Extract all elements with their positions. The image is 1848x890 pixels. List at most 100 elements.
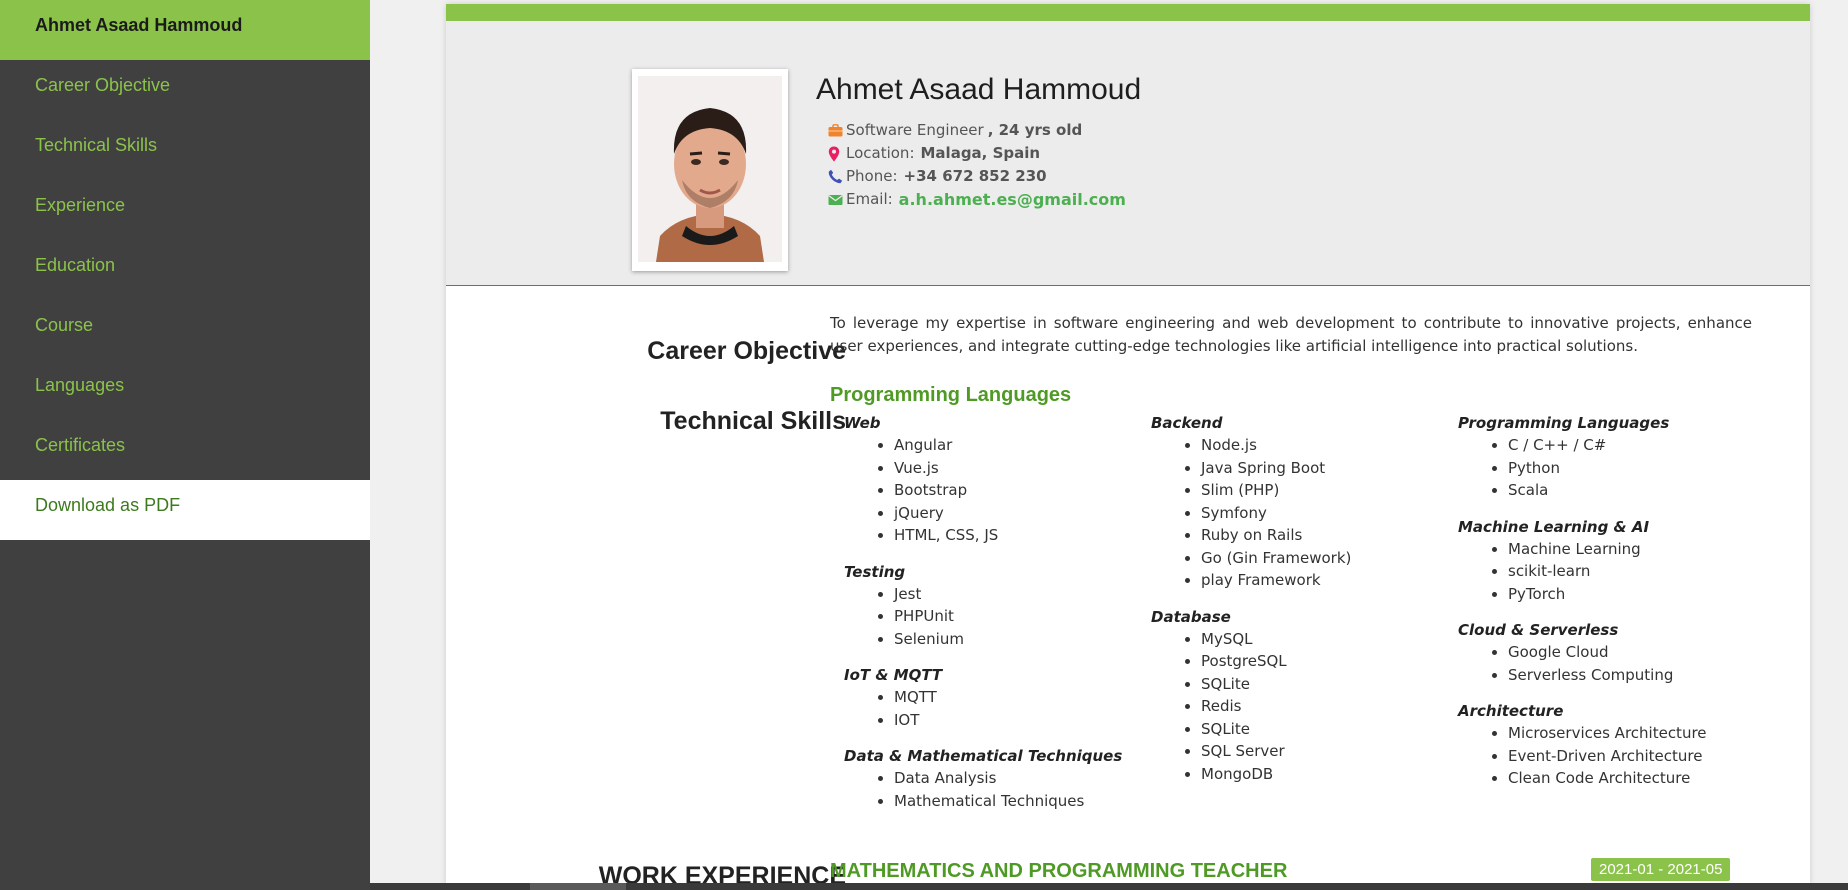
skill-group-title: Programming Languages [1458, 414, 1670, 432]
phone-row: Phone: +34 672 852 230 [828, 165, 1126, 188]
skill-item: Angular [894, 434, 1144, 457]
email-link[interactable]: a.h.ahmet.es@gmail.com [899, 188, 1126, 211]
contact-info: Software Engineer , 24 yrs old Location:… [828, 119, 1126, 211]
skill-item: Data Analysis [894, 767, 1144, 790]
career-objective-text: To leverage my expertise in software eng… [830, 314, 1752, 355]
phone-label: Phone: [846, 167, 898, 185]
skill-list: Data AnalysisMathematical Techniques [844, 767, 1144, 812]
skill-item: Python [1508, 457, 1758, 480]
skill-item: MQTT [894, 686, 1144, 709]
skill-item: Java Spring Boot [1201, 457, 1451, 480]
skill-list: JestPHPUnitSelenium [844, 583, 1144, 651]
sidebar-nav: Ahmet Asaad Hammoud Career Objective Tec… [0, 0, 370, 890]
skill-group-title: Machine Learning & AI [1458, 517, 1650, 536]
skill-item: Bootstrap [894, 479, 1144, 502]
skill-group: Testing JestPHPUnitSelenium [844, 561, 1144, 651]
sidebar-item-course[interactable]: Course [0, 300, 370, 360]
horizontal-scrollbar[interactable] [370, 883, 1848, 890]
skill-group-title: Cloud & Serverless [1458, 621, 1619, 639]
sidebar-item-languages[interactable]: Languages [0, 360, 370, 420]
skill-group: IoT & MQTT MQTTIOT [844, 664, 1144, 731]
sidebar-item-career-objective[interactable]: Career Objective [0, 60, 370, 120]
skill-item: PostgreSQL [1201, 650, 1451, 673]
skill-item: Clean Code Architecture [1508, 767, 1758, 790]
skill-item: MySQL [1201, 628, 1451, 651]
skill-item: PyTorch [1508, 583, 1758, 606]
resume-card: Ahmet Asaad Hammoud Software Engineer , … [446, 4, 1810, 884]
profile-name: Ahmet Asaad Hammoud [816, 73, 1142, 106]
skill-item: Serverless Computing [1508, 664, 1758, 687]
skill-item: Symfony [1201, 502, 1451, 525]
portrait-image [638, 76, 782, 262]
location-row: Location: Malaga, Spain [828, 142, 1126, 165]
phone-value: +34 672 852 230 [903, 167, 1047, 185]
skill-item: C / C++ / C# [1508, 434, 1758, 457]
skills-column-3: Programming LanguagesC / C++ / C#PythonS… [1458, 412, 1758, 804]
skill-item: Vue.js [894, 457, 1144, 480]
age-text: , 24 yrs old [987, 121, 1083, 139]
location-label: Location: [846, 144, 915, 162]
skill-list: Node.jsJava Spring BootSlim (PHP)Symfony… [1151, 434, 1451, 592]
skill-item: IOT [894, 709, 1144, 732]
skill-group: Backend Node.jsJava Spring BootSlim (PHP)… [1151, 412, 1451, 592]
scrollbar-thumb[interactable] [530, 883, 626, 890]
profile-photo [632, 69, 788, 271]
skills-subtitle: Programming Languages [830, 384, 1072, 406]
skill-group-title: Database [1151, 607, 1231, 626]
skill-group: Machine Learning & AI Machine Learningsci… [1458, 516, 1758, 606]
skill-item: scikit-learn [1508, 560, 1758, 583]
skill-group: Programming Languages C / C++ / C#PythonS… [1458, 412, 1758, 502]
skill-item: Event-Driven Architecture [1508, 745, 1758, 768]
map-pin-icon [828, 146, 846, 162]
skill-item: MongoDB [1201, 763, 1451, 786]
skill-group-title: Web [844, 414, 881, 432]
skill-list: MQTTIOT [844, 686, 1144, 731]
phone-icon [828, 169, 846, 184]
skill-item: Slim (PHP) [1201, 479, 1451, 502]
accent-bar [446, 4, 1810, 21]
skills-column-2: Backend Node.jsJava Spring BootSlim (PHP)… [1151, 412, 1451, 799]
sidebar-item-education[interactable]: Education [0, 240, 370, 300]
skill-group: Architecture Microservices ArchitectureEv… [1458, 700, 1758, 790]
skill-list: Google CloudServerless Computing [1458, 641, 1758, 686]
job-row: Software Engineer , 24 yrs old [828, 119, 1126, 142]
skill-group-title: IoT & MQTT [844, 666, 943, 684]
work-experience-title: WORK EXPERIENCE [598, 862, 846, 884]
skill-item: Machine Learning [1508, 538, 1758, 561]
sidebar-item-technical-skills[interactable]: Technical Skills [0, 120, 370, 180]
technical-skills-title: Technical Skills [660, 406, 846, 435]
skill-item: jQuery [894, 502, 1144, 525]
skill-group-title: Architecture [1458, 702, 1564, 720]
skill-group-title: Data & Mathematical Techniques [844, 747, 1123, 765]
skill-group: Cloud & Serverless Google CloudServerless… [1458, 619, 1758, 686]
skill-group: Data & Mathematical Techniques Data Analy… [844, 745, 1144, 812]
skill-item: PHPUnit [894, 605, 1144, 628]
skill-item: HTML, CSS, JS [894, 524, 1144, 547]
skill-item: Go (Gin Framework) [1201, 547, 1451, 570]
skill-item: Jest [894, 583, 1144, 606]
briefcase-icon [828, 124, 846, 137]
download-pdf-button[interactable]: Download as PDF [0, 480, 370, 540]
job-title-text: Software Engineer [846, 121, 984, 139]
sidebar-item-experience[interactable]: Experience [0, 180, 370, 240]
sidebar-item-profile[interactable]: Ahmet Asaad Hammoud [0, 0, 370, 60]
skill-item: SQL Server [1201, 740, 1451, 763]
skill-item: Scala [1508, 479, 1758, 502]
skill-item: Microservices Architecture [1508, 722, 1758, 745]
location-value: Malaga, Spain [920, 144, 1041, 162]
skill-list: Machine Learningscikit-learnPyTorch [1458, 538, 1758, 606]
skill-list: AngularVue.jsBootstrapjQueryHTML, CSS, J… [844, 434, 1144, 547]
skill-group: Database MySQLPostgreSQLSQLiteRedisSQLite… [1151, 606, 1451, 786]
skill-item: SQLite [1201, 718, 1451, 741]
envelope-icon [828, 194, 846, 206]
skill-item: Google Cloud [1508, 641, 1758, 664]
sidebar-item-certificates[interactable]: Certificates [0, 420, 370, 480]
skill-group-title: Backend [1151, 414, 1223, 432]
email-label: Email: [846, 190, 893, 208]
job-date-badge: 2021-01 - 2021-05 [1591, 858, 1731, 881]
skill-list: MySQLPostgreSQLSQLiteRedisSQLiteSQL Serv… [1151, 628, 1451, 786]
job-title: MATHEMATICS AND PROGRAMMING TEACHER [830, 860, 1288, 882]
skill-item: SQLite [1201, 673, 1451, 696]
profile-header: Ahmet Asaad Hammoud Software Engineer , … [446, 21, 1810, 286]
skill-item: Ruby on Rails [1201, 524, 1451, 547]
